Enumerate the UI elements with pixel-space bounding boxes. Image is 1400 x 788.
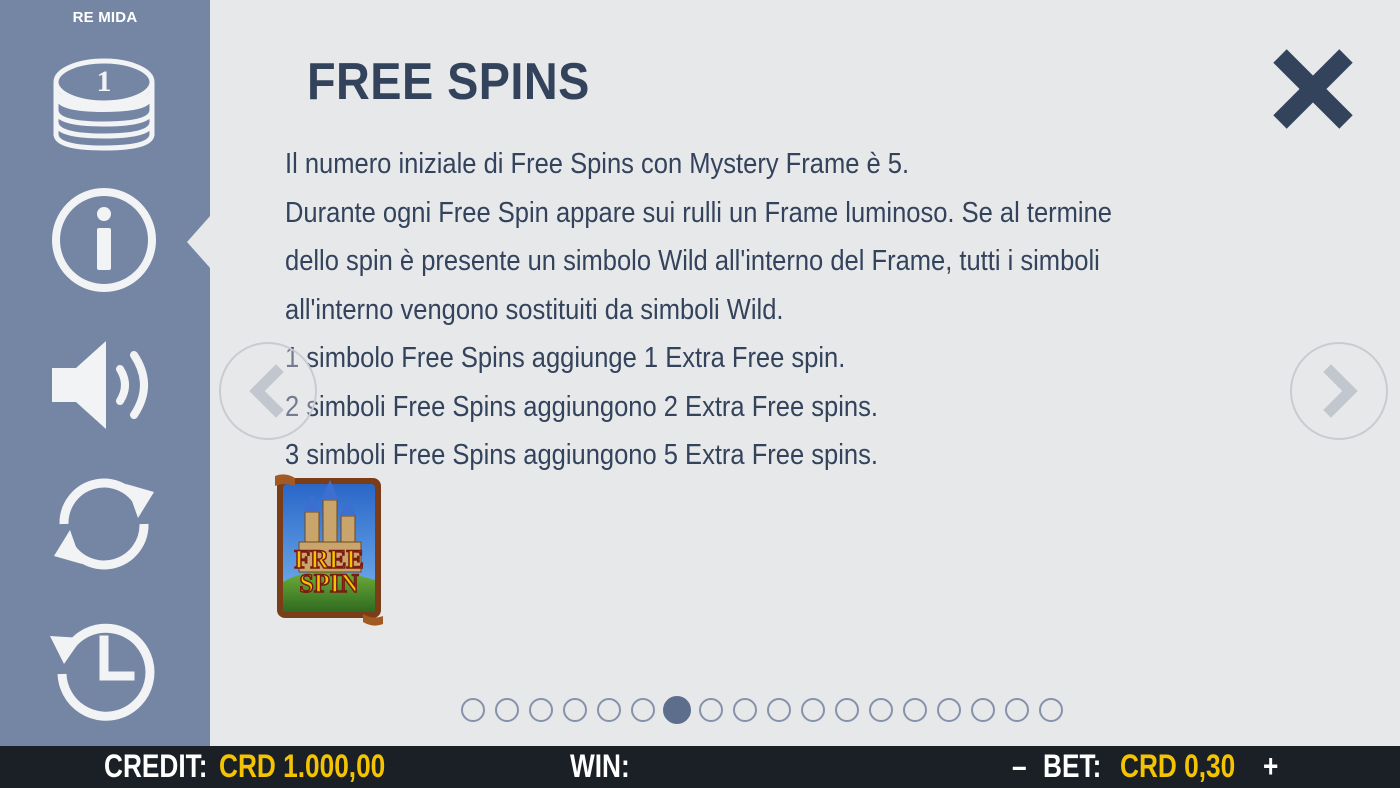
next-page-button[interactable]	[1290, 342, 1388, 440]
pagination-dot[interactable]	[495, 698, 519, 722]
history-clock-icon	[50, 623, 155, 721]
pagination-dot[interactable]	[767, 698, 791, 722]
autoplay-button[interactable]	[42, 462, 166, 586]
rules-line: all'interno vengono sostituiti da simbol…	[285, 293, 784, 326]
refresh-icon	[54, 478, 154, 570]
bet-label: BET:	[1043, 748, 1102, 784]
decrease-bet-button[interactable]: –	[1012, 748, 1027, 785]
symbol-text-spin: SPIN	[299, 569, 358, 598]
chevron-right-icon	[1323, 364, 1358, 418]
rules-line: dello spin è presente un simbolo Wild al…	[285, 245, 1100, 277]
history-button[interactable]	[42, 606, 166, 730]
info-icon	[52, 188, 156, 292]
rules-line: Durante ogni Free Spin appare sui rulli …	[285, 196, 1112, 229]
pagination-dot[interactable]	[563, 698, 587, 722]
coin-stack-button[interactable]: 1	[42, 40, 166, 164]
pagination-dot[interactable]	[699, 698, 723, 722]
pagination-dot[interactable]	[937, 698, 961, 722]
active-indicator	[187, 215, 211, 269]
close-button[interactable]	[1270, 46, 1356, 132]
pagination-dot[interactable]	[869, 698, 893, 722]
pagination-dot[interactable]	[801, 698, 825, 722]
pagination-dot[interactable]	[461, 698, 485, 722]
credit-label: CREDIT:	[104, 748, 208, 784]
rules-line: 3 simboli Free Spins aggiungono 5 Extra …	[285, 439, 878, 471]
close-icon	[1273, 49, 1353, 129]
pagination-dot[interactable]	[903, 698, 927, 722]
bet-value: CRD 0,30	[1120, 748, 1236, 784]
game-title: RE MIDA	[72, 9, 138, 26]
rules-text: Il numero iniziale di Free Spins con Mys…	[285, 140, 1285, 480]
pagination	[461, 696, 1063, 727]
pagination-dot[interactable]	[1005, 698, 1029, 722]
bottom-bar: CREDIT: CRD 1.000,00 WIN: – BET: CRD 0,3…	[0, 746, 1400, 788]
pagination-dot[interactable]	[597, 698, 621, 722]
info-button[interactable]	[42, 178, 166, 302]
pagination-dot[interactable]	[529, 698, 553, 722]
coin-label: 1	[97, 65, 112, 98]
pagination-dot[interactable]	[631, 698, 655, 722]
pagination-dot[interactable]	[663, 696, 691, 724]
sound-button[interactable]	[42, 323, 166, 447]
previous-page-button[interactable]	[219, 342, 317, 440]
rules-line: 1 simbolo Free Spins aggiunge 1 Extra Fr…	[285, 342, 846, 374]
free-spin-castle-symbol: FREE SPIN	[275, 474, 383, 626]
increase-bet-button[interactable]: +	[1263, 748, 1278, 785]
credit-value: CRD 1.000,00	[219, 748, 386, 784]
rules-line: 2 simboli Free Spins aggiungono 2 Extra …	[285, 390, 878, 423]
pagination-dot[interactable]	[835, 698, 859, 722]
free-spin-symbol: FREE SPIN	[275, 472, 383, 626]
win-label: WIN:	[570, 748, 630, 784]
pagination-dot[interactable]	[971, 698, 995, 722]
pagination-dot[interactable]	[1039, 698, 1063, 722]
speaker-icon	[52, 341, 148, 429]
rules-line: Il numero iniziale di Free Spins con Mys…	[285, 148, 910, 180]
chevron-left-icon	[249, 364, 284, 418]
coin-stack-icon: 1	[53, 58, 155, 151]
pagination-dot[interactable]	[733, 698, 757, 722]
sidebar: RE MIDA 1	[0, 0, 211, 746]
page-title: FREE SPINS	[307, 53, 590, 111]
